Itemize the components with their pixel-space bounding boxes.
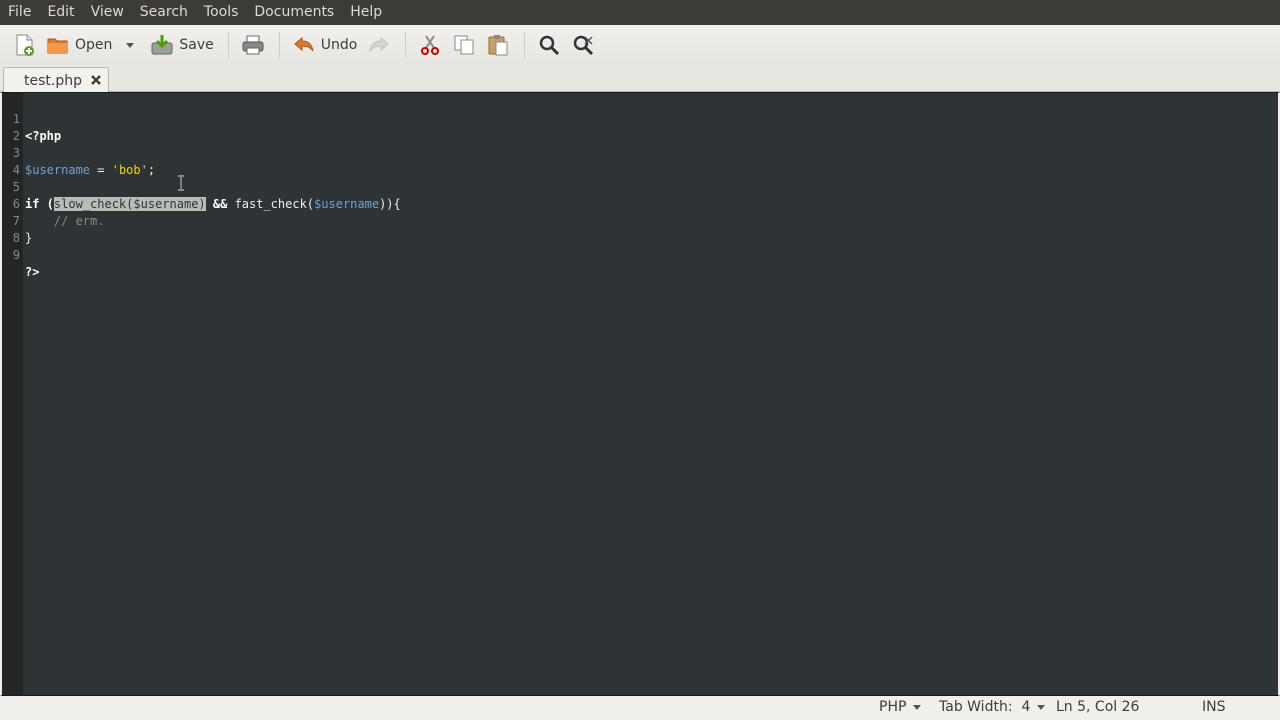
find-button[interactable] — [533, 29, 565, 61]
toolbar-separator — [278, 32, 280, 58]
code-line: 8 — [2, 213, 1278, 245]
search-icon — [540, 35, 560, 56]
code-area[interactable]: 1 <?php 2 3 $username = 'bob'; 4 5 if (s… — [2, 94, 1278, 695]
code-line: 6 // erm. — [2, 179, 1278, 228]
folder-icon — [47, 38, 68, 54]
tab-width-selector[interactable]: Tab Width: 4 — [939, 699, 1046, 715]
menu-bar: File Edit View Search Tools Documents He… — [0, 0, 1280, 25]
undo-button[interactable]: Undo — [288, 29, 362, 61]
tab-bar: test.php — [0, 65, 1280, 93]
tab-width-label: Tab Width: 4 — [939, 699, 1031, 715]
paste-icon — [488, 35, 508, 56]
cursor-position-label: Ln 5, Col 26 — [1056, 699, 1140, 715]
code-line: 9 ?> — [2, 230, 1278, 279]
code-line: 2 — [2, 111, 1278, 143]
cut-button[interactable] — [414, 29, 446, 61]
code-line: 5 if (slow_check($username) && fast_chec… — [2, 162, 1278, 211]
text-cursor-icon — [178, 175, 184, 191]
menu-search[interactable]: Search — [132, 0, 196, 25]
copy-icon — [454, 35, 474, 55]
status-bar: PHP Tab Width: 4 Ln 5, Col 26 INS — [0, 696, 1280, 720]
code-line: 7 } — [2, 196, 1278, 245]
scissors-icon — [421, 35, 440, 55]
paste-button[interactable] — [482, 29, 514, 61]
chevron-down-icon — [126, 43, 135, 48]
save-icon — [151, 35, 173, 55]
language-selector[interactable]: PHP — [879, 699, 922, 715]
open-button[interactable]: Open — [42, 29, 116, 61]
copy-button[interactable] — [448, 29, 480, 61]
close-icon[interactable] — [89, 73, 103, 87]
cursor-position: Ln 5, Col 26 — [1056, 699, 1139, 715]
undo-label: Undo — [320, 37, 358, 53]
toolbar-separator — [524, 32, 526, 58]
new-document-icon — [16, 34, 34, 56]
open-recent-dropdown[interactable] — [122, 29, 138, 61]
redo-icon — [369, 36, 390, 52]
code-text: ?> — [25, 265, 40, 279]
menu-file[interactable]: File — [0, 0, 39, 25]
menu-documents[interactable]: Documents — [246, 0, 342, 25]
redo-button[interactable] — [363, 29, 395, 61]
code-line: 1 <?php — [2, 94, 1278, 143]
menu-edit[interactable]: Edit — [39, 0, 82, 25]
tab-test-php[interactable]: test.php — [3, 67, 109, 93]
print-icon — [242, 35, 264, 55]
open-label: Open — [75, 37, 113, 53]
save-label: Save — [179, 37, 214, 53]
code-editor[interactable]: 1 <?php 2 3 $username = 'bob'; 4 5 if (s… — [0, 92, 1280, 696]
find-replace-button[interactable] — [567, 29, 599, 61]
undo-icon — [294, 36, 314, 52]
insert-mode-label: INS — [1202, 699, 1226, 715]
menu-view[interactable]: View — [83, 0, 132, 25]
toolbar-separator — [405, 32, 407, 58]
chevron-down-icon — [913, 705, 922, 710]
print-button[interactable] — [237, 29, 269, 61]
menu-help[interactable]: Help — [342, 0, 390, 25]
line-number: 9 — [12, 248, 20, 262]
language-label: PHP — [879, 699, 907, 715]
code-line: 4 — [2, 145, 1278, 177]
menu-tools[interactable]: Tools — [196, 0, 247, 25]
tab-label: test.php — [24, 72, 82, 89]
save-button[interactable]: Save — [146, 29, 217, 61]
toolbar: Open Save Undo — [0, 25, 1280, 65]
toolbar-separator — [227, 32, 229, 58]
new-document-button[interactable] — [8, 29, 40, 61]
insert-mode[interactable]: INS — [1202, 699, 1226, 715]
chevron-down-icon — [1037, 705, 1046, 710]
find-replace-icon — [574, 35, 594, 56]
code-line: 3 $username = 'bob'; — [2, 128, 1278, 177]
